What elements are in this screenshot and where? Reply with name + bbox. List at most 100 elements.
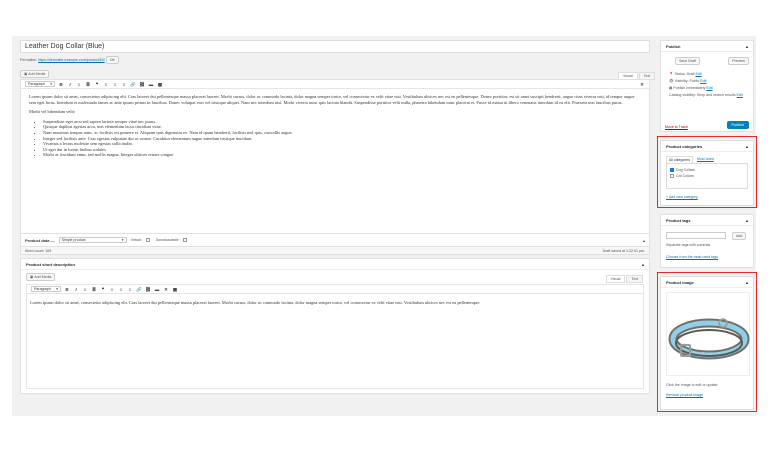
toggle-arrow-icon[interactable]: ▴ [643, 238, 645, 243]
product-type-select[interactable]: Simple product ▾ [58, 237, 127, 243]
permalink-url[interactable]: https://demosite.example.com/product/53/ [38, 58, 105, 62]
toggle-arrow-icon[interactable]: ▴ [746, 44, 748, 49]
choose-tags-link[interactable]: Choose from the most used tags [666, 255, 718, 259]
product-type-value: Simple product [61, 238, 86, 242]
product-data-box: Product data — Simple product ▾ Virtual: … [20, 233, 650, 247]
content-paragraph-1: Lorem ipsum dolor sit amet, consectetur … [29, 94, 635, 105]
highlight-categories [657, 136, 757, 208]
blockquote-icon[interactable]: ❝ [94, 82, 100, 87]
tab-visual[interactable]: Visual [605, 275, 626, 283]
unlink-icon[interactable]: ⛓ [139, 82, 145, 87]
chevron-down-icon: ▾ [56, 287, 58, 291]
downloadable-label: Downloadable: [155, 238, 180, 242]
add-media-label: Add Media [28, 72, 46, 76]
content-bullet-list: Suspendisse eget arcu sed sapien lacinia… [29, 119, 641, 158]
tags-title: Product tags [666, 218, 691, 223]
add-tag-button[interactable]: Add [732, 232, 747, 240]
align-right-icon[interactable]: ≡ [121, 82, 127, 87]
numbered-list-icon[interactable]: ≣ [91, 287, 97, 292]
permalink-row: Permalink: https://demosite.example.com/… [20, 56, 119, 64]
content-paragraph-2: Morbi vel bibendum velit: [29, 109, 76, 115]
catalog-text: Catalog visibility: Shop and search resu… [669, 93, 736, 97]
save-draft-button[interactable]: Save Draft [675, 57, 700, 65]
read-more-icon[interactable]: ▬ [148, 82, 154, 87]
short-description-title: Product short description [26, 262, 75, 267]
status-text: Status: Draft [674, 72, 695, 76]
align-right-icon[interactable]: ≡ [127, 287, 133, 292]
bold-icon[interactable]: B [58, 82, 64, 87]
visibility-edit-link[interactable]: Edit [700, 79, 706, 83]
align-left-icon[interactable]: ≡ [103, 82, 109, 87]
media-icon: ▣ [30, 275, 34, 279]
downloadable-checkbox[interactable] [183, 238, 188, 242]
publish-meta: 📍 Status: Draft Edit 👁 Visibility: Publi… [669, 71, 743, 99]
add-media-label: Add Media [34, 275, 52, 279]
tag-input[interactable] [666, 232, 726, 239]
toggle-arrow-icon[interactable]: ▴ [746, 218, 748, 223]
status-row: 📍 Status: Draft Edit [669, 71, 743, 78]
chevron-down-icon: ▾ [121, 238, 124, 242]
visibility-row: 👁 Visibility: Public Edit [669, 78, 743, 85]
short-description-content[interactable]: Lorem ipsum dolor sit amet, consectetur … [27, 294, 643, 312]
product-title-input[interactable]: Leather Dog Collar (Blue) [20, 40, 650, 53]
content-editor: Paragraph ▾ B I ≡ ≣ ❝ ≡ ≡ ≡ 🔗 ⛓ ▬ ▦ ✕ Lor… [20, 79, 650, 255]
format-select-value: Paragraph [28, 82, 45, 86]
eye-icon: 👁 [669, 79, 674, 83]
add-media-button[interactable]: ▣ Add Media [20, 70, 50, 78]
preview-button[interactable]: Preview [728, 57, 749, 65]
media-icon: ▣ [24, 72, 28, 76]
publish-header[interactable]: Publish ▴ [661, 41, 753, 52]
add-media-button-short[interactable]: ▣ Add Media [26, 273, 56, 281]
publish-time-text: Publish immediately [673, 86, 706, 90]
align-center-icon[interactable]: ≡ [112, 82, 118, 87]
product-tags-box: Product tags ▴ Add Separate tags with co… [660, 214, 754, 268]
permalink-ok-button[interactable]: OK [105, 56, 119, 64]
calendar-icon: ▦ [669, 86, 673, 90]
publish-button[interactable]: Publish [726, 121, 749, 129]
tags-hint: Separate tags with commas [666, 243, 711, 247]
toolbar-toggle-icon[interactable]: ▦ [157, 82, 163, 87]
toggle-arrow-icon[interactable]: ▴ [642, 262, 644, 267]
word-count: Word count: 169 [25, 249, 52, 253]
status-edit-link[interactable]: Edit [695, 72, 701, 76]
numbered-list-icon[interactable]: ≣ [85, 82, 91, 87]
list-item: Morbi ac tincidunt enim, sed mollis magn… [43, 152, 641, 158]
virtual-checkbox[interactable] [145, 238, 150, 242]
editor-toolbar: Paragraph ▾ B I ≡ ≣ ❝ ≡ ≡ ≡ 🔗 ⛓ ▬ ▦ ✕ [21, 80, 649, 89]
toolbar-toggle-icon[interactable]: ▦ [172, 287, 178, 292]
fullscreen-icon[interactable]: ✕ [639, 82, 645, 87]
format-select-value: Paragraph [34, 287, 51, 291]
catalog-edit-link[interactable]: Edit [737, 93, 743, 97]
bullet-list-icon[interactable]: ≡ [76, 82, 82, 87]
align-center-icon[interactable]: ≡ [118, 287, 124, 292]
editor-status-bar: Word count: 169 Draft saved at 1:22:51 p… [21, 246, 649, 254]
publish-time-row: ▦ Publish immediately Edit [669, 85, 743, 92]
chevron-down-icon: ▾ [50, 82, 52, 86]
unlink-icon[interactable]: ⛓ [145, 287, 151, 292]
fullscreen-icon[interactable]: ✕ [163, 287, 169, 292]
draft-saved-status: Draft saved at 1:22:51 pm. [602, 249, 645, 253]
read-more-icon[interactable]: ▬ [154, 287, 160, 292]
tags-header[interactable]: Product tags ▴ [661, 215, 753, 226]
format-select[interactable]: Paragraph ▾ [25, 81, 55, 87]
editor-content[interactable]: Lorem ipsum dolor sit amet, consectetur … [21, 89, 649, 158]
bold-icon[interactable]: B [64, 287, 70, 292]
bullet-list-icon[interactable]: ≡ [82, 287, 88, 292]
move-to-trash-link[interactable]: Move to Trash [665, 125, 688, 129]
italic-icon[interactable]: I [67, 82, 73, 87]
format-select[interactable]: Paragraph ▾ [31, 286, 61, 292]
publish-time-edit-link[interactable]: Edit [706, 86, 712, 90]
product-data-label: Product data — [25, 237, 55, 243]
align-left-icon[interactable]: ≡ [109, 287, 115, 292]
short-editor-toolbar: Paragraph ▾ B I ≡ ≣ ❝ ≡ ≡ ≡ 🔗 ⛓ ▬ ✕ ▦ [27, 285, 643, 294]
tab-text[interactable]: Text [626, 275, 643, 283]
italic-icon[interactable]: I [73, 287, 79, 292]
link-icon[interactable]: 🔗 [130, 82, 136, 87]
short-description-header[interactable]: Product short description ▴ [21, 259, 649, 270]
link-icon[interactable]: 🔗 [136, 287, 142, 292]
permalink-label: Permalink: [20, 58, 37, 62]
blockquote-icon[interactable]: ❝ [100, 287, 106, 292]
publish-box: Publish ▴ Save Draft Preview 📍 Status: D… [660, 40, 754, 132]
short-description-box: Product short description ▴ ▣ Add Media … [20, 258, 650, 394]
highlight-product-image [657, 272, 757, 412]
